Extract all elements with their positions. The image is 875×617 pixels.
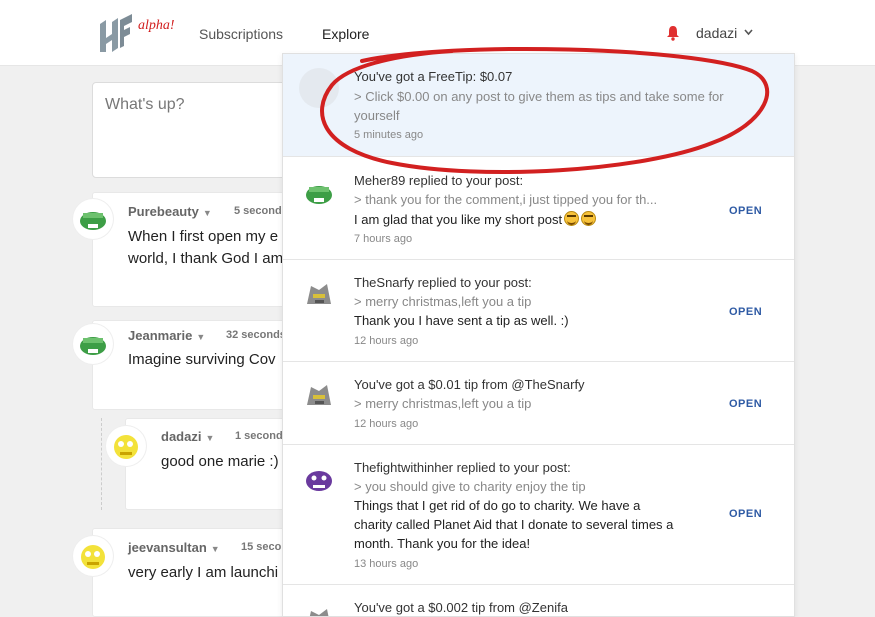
post-author[interactable]: dadazi ▼ xyxy=(161,429,214,444)
avatar[interactable] xyxy=(73,199,113,239)
notification-body: I am glad that you like my short post xyxy=(354,211,597,227)
green-monster-avatar-icon xyxy=(80,212,106,230)
post-author[interactable]: jeevansultan ▼ xyxy=(128,540,220,555)
notification-title: TheSnarfy replied to your post: xyxy=(354,275,532,290)
post-text: very early I am launchi xyxy=(128,564,279,581)
avatar[interactable] xyxy=(73,324,113,364)
post-text: Imagine surviving Cov xyxy=(128,351,276,368)
gray-monster-avatar-icon xyxy=(309,609,329,616)
open-button[interactable]: OPEN xyxy=(729,205,762,217)
notification-quote: > you should give to charity enjoy the t… xyxy=(354,479,586,494)
notification-time: 5 minutes ago xyxy=(354,129,424,141)
svg-text:alpha!: alpha! xyxy=(138,18,175,33)
chevron-down-icon[interactable] xyxy=(744,28,753,36)
notification-quote: > merry christmas,left you a tip xyxy=(354,294,532,309)
notification-title: You've got a $0.01 tip from @TheSnarfy xyxy=(354,377,585,392)
feed-reply[interactable]: dadazi ▼ 1 second good one marie :) xyxy=(125,418,302,510)
notification-title: Thefightwithinher replied to your post: xyxy=(354,460,571,475)
notification-item[interactable]: You've got a $0.002 tip from @Zenifa xyxy=(283,585,794,616)
notification-title: You've got a $0.002 tip from @Zenifa xyxy=(354,600,568,615)
notification-time: 7 hours ago xyxy=(354,233,413,245)
gray-monster-avatar-icon xyxy=(307,284,331,304)
nav-explore[interactable]: Explore xyxy=(322,26,369,42)
post-text: When I first open my e world, I thank Go… xyxy=(128,228,284,267)
notification-quote: > merry christmas,left you a tip xyxy=(354,396,532,411)
nav-subscriptions[interactable]: Subscriptions xyxy=(199,26,283,42)
purple-monster-avatar-icon xyxy=(306,471,332,491)
post-time: 1 second xyxy=(235,430,283,442)
notification-quote: yourself xyxy=(354,108,400,123)
feed-post[interactable]: Jeanmarie ▼ 32 seconds Imagine surviving … xyxy=(92,320,302,410)
username-menu[interactable]: dadazi xyxy=(696,25,737,41)
open-button[interactable]: OPEN xyxy=(729,508,762,520)
notification-item[interactable]: You've got a FreeTip: $0.07 > Click $0.0… xyxy=(283,54,794,157)
post-time: 15 seco xyxy=(241,541,282,553)
notifications-dropdown: You've got a FreeTip: $0.07 > Click $0.0… xyxy=(282,53,795,617)
smiling-face-emoji-icon xyxy=(581,211,597,226)
notification-item[interactable]: Thefightwithinher replied to your post: … xyxy=(283,445,794,585)
bell-icon[interactable] xyxy=(666,25,680,41)
post-author[interactable]: Purebeauty ▼ xyxy=(128,204,212,219)
notification-quote: > Click $0.00 on any post to give them a… xyxy=(354,89,724,104)
post-time: 5 seconds xyxy=(234,205,288,217)
post-author[interactable]: Jeanmarie ▼ xyxy=(128,328,205,343)
yellow-monster-avatar-icon xyxy=(81,545,105,569)
notification-body: Thank you I have sent a tip as well. :) xyxy=(354,313,569,328)
avatar-placeholder-icon xyxy=(299,68,339,108)
notification-body: charity called Planet Aid that I donate … xyxy=(354,517,674,532)
notification-title: You've got a FreeTip: $0.07 xyxy=(354,69,513,84)
yellow-monster-avatar-icon xyxy=(114,435,138,459)
notification-item[interactable]: TheSnarfy replied to your post: > merry … xyxy=(283,260,794,362)
notification-time: 13 hours ago xyxy=(354,558,419,570)
notification-body: month. Thank you for the idea! xyxy=(354,536,531,551)
post-time: 32 seconds xyxy=(226,329,286,341)
open-button[interactable]: OPEN xyxy=(729,398,762,410)
notification-quote: > thank you for the comment,i just tippe… xyxy=(354,192,658,207)
gray-monster-avatar-icon xyxy=(307,385,331,405)
feed-post[interactable]: jeevansultan ▼ 15 seco very early I am la… xyxy=(92,528,302,617)
notification-time: 12 hours ago xyxy=(354,335,419,347)
avatar[interactable] xyxy=(73,536,113,576)
notification-item[interactable]: Meher89 replied to your post: > thank yo… xyxy=(283,157,794,260)
green-monster-avatar-icon xyxy=(306,186,332,204)
notification-time: 12 hours ago xyxy=(354,418,419,430)
green-monster-avatar-icon xyxy=(80,337,106,355)
feed-post[interactable]: Purebeauty ▼ 5 seconds When I first open … xyxy=(92,192,302,307)
notification-body: Things that I get rid of do go to charit… xyxy=(354,498,641,513)
compose-placeholder: What's up? xyxy=(105,96,185,113)
smiling-face-emoji-icon xyxy=(564,211,580,226)
notification-item[interactable]: You've got a $0.01 tip from @TheSnarfy >… xyxy=(283,362,794,445)
open-button[interactable]: OPEN xyxy=(729,306,762,318)
thread-connector xyxy=(101,418,102,510)
notification-title: Meher89 replied to your post: xyxy=(354,173,524,188)
avatar[interactable] xyxy=(106,426,146,466)
noise-alpha-logo[interactable]: alpha! xyxy=(98,14,188,54)
compose-box[interactable]: What's up? xyxy=(92,82,302,178)
